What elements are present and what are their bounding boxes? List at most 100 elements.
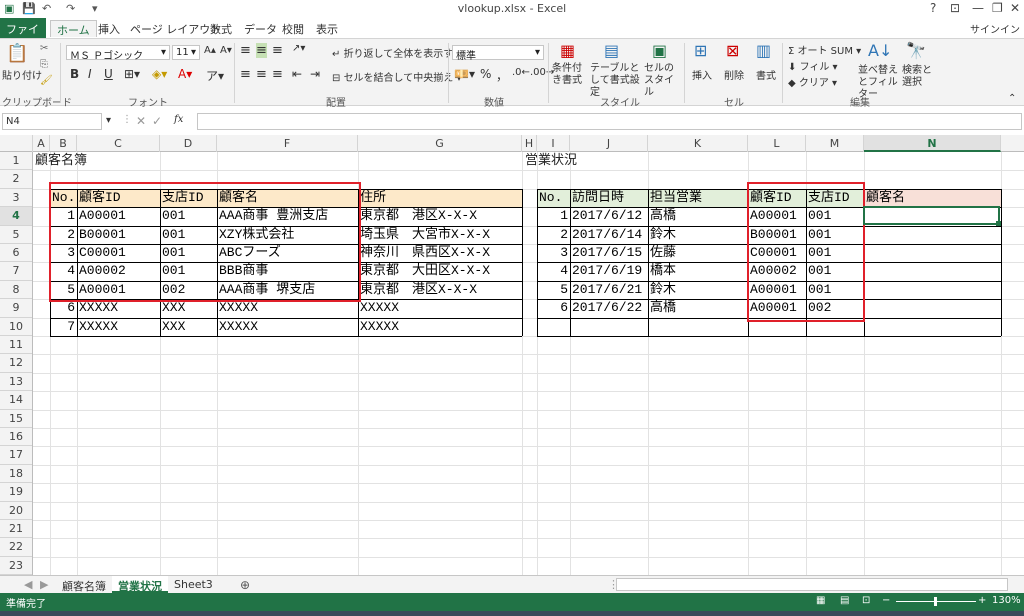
insert-cells-button[interactable]: 挿入 <box>692 67 712 82</box>
align-middle-icon[interactable]: ≡ <box>256 43 267 58</box>
row-header-23[interactable]: 23 <box>0 557 32 576</box>
column-header-a[interactable]: A <box>33 135 50 152</box>
column-header-k[interactable]: K <box>648 135 748 152</box>
row-header-9[interactable]: 9 <box>0 299 32 318</box>
font-name-select[interactable]: ＭＳ Ｐゴシック ▾ <box>66 45 170 62</box>
row-header-22[interactable]: 22 <box>0 538 32 557</box>
column-header-l[interactable]: L <box>748 135 806 152</box>
column-header-h[interactable]: H <box>522 135 537 152</box>
copy-icon[interactable]: ⎘ <box>40 59 48 70</box>
page-break-view-icon[interactable]: ⊡ <box>862 595 870 606</box>
row-header-5[interactable]: 5 <box>0 226 32 244</box>
new-sheet-icon[interactable]: ⊕ <box>234 576 256 593</box>
tab-home[interactable]: ホーム <box>50 20 97 37</box>
column-header-d[interactable]: D <box>160 135 217 152</box>
row-header-19[interactable]: 19 <box>0 483 32 502</box>
right-table-cell[interactable]: 2017/6/19 <box>570 262 648 280</box>
tab-insert[interactable]: 挿入 <box>92 20 126 37</box>
fill-handle[interactable] <box>996 221 1001 226</box>
right-table-cell[interactable]: 2017/6/14 <box>570 226 648 244</box>
right-table-cell[interactable]: 3 <box>537 244 570 262</box>
minimize-icon[interactable]: — <box>972 1 984 15</box>
sheet-tab-sheet3[interactable]: Sheet3 <box>168 576 219 593</box>
name-box-dropdown-icon[interactable]: ▾ <box>106 115 111 126</box>
font-size-select[interactable]: 11 ▾ <box>172 45 200 60</box>
tab-file[interactable]: ファイル <box>0 18 46 52</box>
align-right-icon[interactable]: ≡ <box>272 67 283 82</box>
autosum-button[interactable]: Σ オート SUM ▾ <box>788 42 861 57</box>
right-table-header-5[interactable]: 顧客名 <box>864 189 1001 207</box>
number-format-select[interactable]: 標準 ▾ <box>452 45 544 62</box>
clear-button[interactable]: ◆ クリア ▾ <box>788 74 837 89</box>
column-header-n[interactable]: N <box>864 135 1001 152</box>
right-table-cell[interactable]: 2017/6/21 <box>570 281 648 299</box>
column-header-c[interactable]: C <box>77 135 160 152</box>
cut-icon[interactable]: ✂ <box>40 43 48 54</box>
left-table-header-4[interactable]: 住所 <box>358 189 522 207</box>
right-table-cell[interactable]: 2 <box>537 226 570 244</box>
row-header-4[interactable]: 4 <box>0 207 32 226</box>
font-color-icon[interactable]: A▾ <box>178 67 192 81</box>
zoom-slider-thumb[interactable] <box>934 597 937 606</box>
decrease-decimal-icon[interactable]: .00→ <box>530 67 554 78</box>
row-header-14[interactable]: 14 <box>0 391 32 410</box>
left-table-cell[interactable]: 東京都 大田区X-X-X <box>358 262 522 280</box>
delete-cells-button[interactable]: 削除 <box>724 67 744 82</box>
increase-font-icon[interactable]: A▴ <box>204 45 216 56</box>
sheet-tab-customers[interactable]: 顧客名簿 <box>56 576 112 593</box>
align-top-icon[interactable]: ≡ <box>240 43 251 58</box>
left-table-cell[interactable]: 東京都 港区X-X-X <box>358 281 522 299</box>
comma-button[interactable]: ， <box>496 67 508 84</box>
format-cells-button[interactable]: 書式 <box>756 67 776 82</box>
phonetic-icon[interactable]: ア▾ <box>206 67 224 84</box>
left-table-cell[interactable]: 神奈川 県西区X-X-X <box>358 244 522 262</box>
column-header-m[interactable]: M <box>806 135 864 152</box>
underline-button[interactable]: U <box>104 67 113 81</box>
tab-formulas[interactable]: 数式 <box>204 20 238 37</box>
find-select-button[interactable]: 検索と選択 <box>902 65 936 89</box>
column-header-g[interactable]: G <box>358 135 522 152</box>
restore-icon[interactable]: ❐ <box>992 1 1003 15</box>
row-header-6[interactable]: 6 <box>0 244 32 263</box>
right-table-cell[interactable]: 4 <box>537 262 570 280</box>
right-table-cell[interactable]: 橋本 <box>648 262 748 280</box>
worksheet-grid[interactable]: 顧客名簿 営業状況 No. 顧客ID 支店ID 顧客名 住所 1 A00001 001 AAA商… <box>33 152 1024 575</box>
left-table-cell[interactable]: 東京都 港区X-X-X <box>358 207 522 225</box>
left-table-cell[interactable]: XXXXX <box>217 318 358 336</box>
sheet-tab-sales[interactable]: 営業状況 <box>112 576 168 593</box>
row-header-3[interactable]: 3 <box>0 189 32 208</box>
row-header-2[interactable]: 2 <box>0 170 32 189</box>
ribbon-display-icon[interactable]: ⊡ <box>950 1 960 15</box>
row-header-16[interactable]: 16 <box>0 428 32 447</box>
row-header-18[interactable]: 18 <box>0 465 32 484</box>
right-table-cell[interactable]: 5 <box>537 281 570 299</box>
merge-center-button[interactable]: ⊟ セルを結合して中央揃え ▾ <box>332 69 461 84</box>
page-layout-view-icon[interactable]: ▤ <box>840 595 849 606</box>
active-cell-cursor[interactable] <box>863 206 1000 225</box>
find-select-icon[interactable]: 🔭 <box>906 41 926 60</box>
right-table-cell[interactable]: 鈴木 <box>648 226 748 244</box>
row-header-21[interactable]: 21 <box>0 520 32 539</box>
normal-view-icon[interactable]: ▦ <box>816 595 825 606</box>
left-table-cell[interactable]: XXXXX <box>358 299 522 317</box>
right-table-cell[interactable]: 2017/6/12 <box>570 207 648 225</box>
borders-icon[interactable]: ⊞▾ <box>124 67 140 81</box>
row-header-17[interactable]: 17 <box>0 446 32 465</box>
column-header-j[interactable]: J <box>570 135 648 152</box>
tab-view[interactable]: 表示 <box>310 20 344 37</box>
right-table-cell[interactable]: 6 <box>537 299 570 317</box>
wrap-text-button[interactable]: ↵ 折り返して全体を表示する <box>332 45 463 60</box>
zoom-in-icon[interactable]: + <box>978 595 986 606</box>
row-header-7[interactable]: 7 <box>0 262 32 281</box>
right-table-cell[interactable]: 1 <box>537 207 570 225</box>
right-table-cell[interactable]: 鈴木 <box>648 281 748 299</box>
align-center-icon[interactable]: ≡ <box>256 67 267 82</box>
sign-in-link[interactable]: サインイン <box>970 21 1020 36</box>
left-table-cell[interactable]: XXXXX <box>77 318 160 336</box>
currency-icon[interactable]: 💴▾ <box>454 67 475 81</box>
tab-review[interactable]: 校閲 <box>276 20 310 37</box>
row-header-12[interactable]: 12 <box>0 354 32 373</box>
right-table-cell[interactable]: 2017/6/22 <box>570 299 648 317</box>
left-table-cell[interactable]: XXXXX <box>358 318 522 336</box>
align-left-icon[interactable]: ≡ <box>240 67 251 82</box>
